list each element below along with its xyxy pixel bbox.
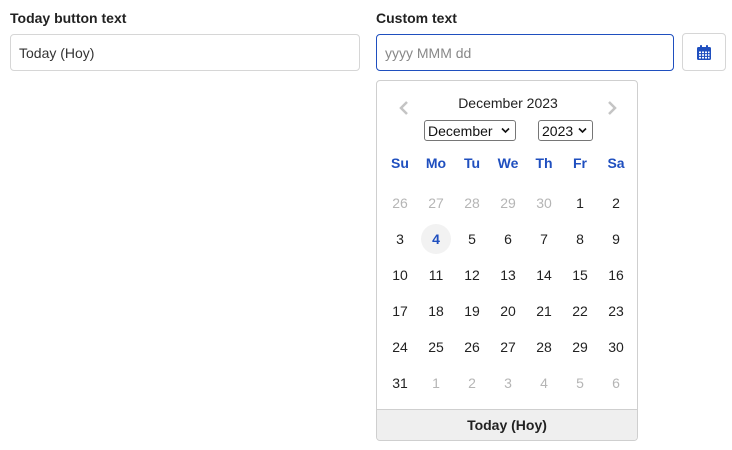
week-row: 10 11 12 13 14 15 16 (382, 257, 634, 293)
day-cell[interactable]: 15 (562, 257, 598, 293)
day-cell[interactable]: 1 (562, 185, 598, 221)
day-cell[interactable]: 11 (418, 257, 454, 293)
day-cell[interactable]: 30 (598, 329, 634, 365)
day-cell[interactable]: 20 (490, 293, 526, 329)
day-cell[interactable]: 7 (526, 221, 562, 257)
day-cell[interactable]: 2 (598, 185, 634, 221)
weekday-label: Tu (463, 155, 481, 171)
day-cell-outside-month[interactable]: 5 (562, 365, 598, 401)
day-cell[interactable]: 23 (598, 293, 634, 329)
day-cell-outside-month[interactable]: 4 (526, 365, 562, 401)
day-cell[interactable]: 31 (382, 365, 418, 401)
year-select-value: 2023 (542, 122, 574, 139)
calendar-toggle-button[interactable] (682, 33, 726, 71)
today-day-number: 4 (421, 224, 451, 254)
weekday-label: Fr (573, 155, 587, 171)
day-cell[interactable]: 9 (598, 221, 634, 257)
chevron-down-icon (578, 127, 587, 134)
chevron-right-icon[interactable] (605, 99, 619, 117)
custom-text-label: Custom text (376, 10, 457, 26)
day-cell-outside-month[interactable]: 26 (382, 185, 418, 221)
day-cell[interactable]: 29 (562, 329, 598, 365)
weekday-label: Mo (425, 155, 447, 171)
day-cell-today[interactable]: 4 (418, 221, 454, 257)
week-row: 31 1 2 3 4 5 6 (382, 365, 634, 401)
year-select[interactable]: 2023 (538, 120, 593, 141)
day-cell[interactable]: 28 (526, 329, 562, 365)
day-cell-outside-month[interactable]: 6 (598, 365, 634, 401)
day-cell[interactable]: 24 (382, 329, 418, 365)
datepicker-popup: December 2023 December 2023 Su Mo Tu We … (376, 80, 638, 441)
day-cell[interactable]: 8 (562, 221, 598, 257)
day-cell-outside-month[interactable]: 30 (526, 185, 562, 221)
weekday-label: We (497, 155, 519, 171)
day-cell[interactable]: 26 (454, 329, 490, 365)
calendar-weeks: 26 27 28 29 30 1 2 3 4 5 6 7 8 9 10 11 12 13 14 15 16 17 18 19 2… (382, 185, 634, 401)
day-cell-outside-month[interactable]: 29 (490, 185, 526, 221)
day-cell[interactable]: 17 (382, 293, 418, 329)
month-select-value: December (428, 122, 493, 139)
day-cell-outside-month[interactable]: 28 (454, 185, 490, 221)
weekday-label: Sa (607, 155, 625, 171)
weekday-label: Su (391, 155, 409, 171)
week-row: 17 18 19 20 21 22 23 (382, 293, 634, 329)
day-cell-outside-month[interactable]: 27 (418, 185, 454, 221)
week-row: 26 27 28 29 30 1 2 (382, 185, 634, 221)
week-row: 24 25 26 27 28 29 30 (382, 329, 634, 365)
day-cell[interactable]: 27 (490, 329, 526, 365)
day-cell-outside-month[interactable]: 1 (418, 365, 454, 401)
day-cell-outside-month[interactable]: 2 (454, 365, 490, 401)
day-cell[interactable]: 13 (490, 257, 526, 293)
month-select[interactable]: December (424, 120, 516, 141)
day-cell[interactable]: 16 (598, 257, 634, 293)
day-cell[interactable]: 19 (454, 293, 490, 329)
day-cell[interactable]: 25 (418, 329, 454, 365)
day-cell[interactable]: 5 (454, 221, 490, 257)
day-cell[interactable]: 22 (562, 293, 598, 329)
day-cell-outside-month[interactable]: 3 (490, 365, 526, 401)
chevron-down-icon (501, 127, 510, 134)
today-button[interactable]: Today (Hoy) (377, 409, 637, 440)
month-year-title: December 2023 (458, 95, 558, 111)
calendar-icon (697, 44, 711, 60)
today-button-text-input[interactable] (10, 34, 360, 71)
weekday-header-row: Su Mo Tu We Th Fr Sa (382, 145, 634, 181)
day-cell[interactable]: 6 (490, 221, 526, 257)
day-cell[interactable]: 21 (526, 293, 562, 329)
day-cell[interactable]: 14 (526, 257, 562, 293)
today-button-text-label: Today button text (10, 10, 127, 26)
day-cell[interactable]: 18 (418, 293, 454, 329)
day-cell[interactable]: 3 (382, 221, 418, 257)
day-cell[interactable]: 12 (454, 257, 490, 293)
weekday-label: Th (535, 155, 553, 171)
calendar-grid: Su Mo Tu We Th Fr Sa 26 27 28 29 30 1 2 3 4 5 6 7 8 9… (382, 145, 634, 401)
week-row: 3456789 (382, 221, 634, 257)
custom-date-input[interactable] (376, 34, 674, 71)
day-cell[interactable]: 10 (382, 257, 418, 293)
